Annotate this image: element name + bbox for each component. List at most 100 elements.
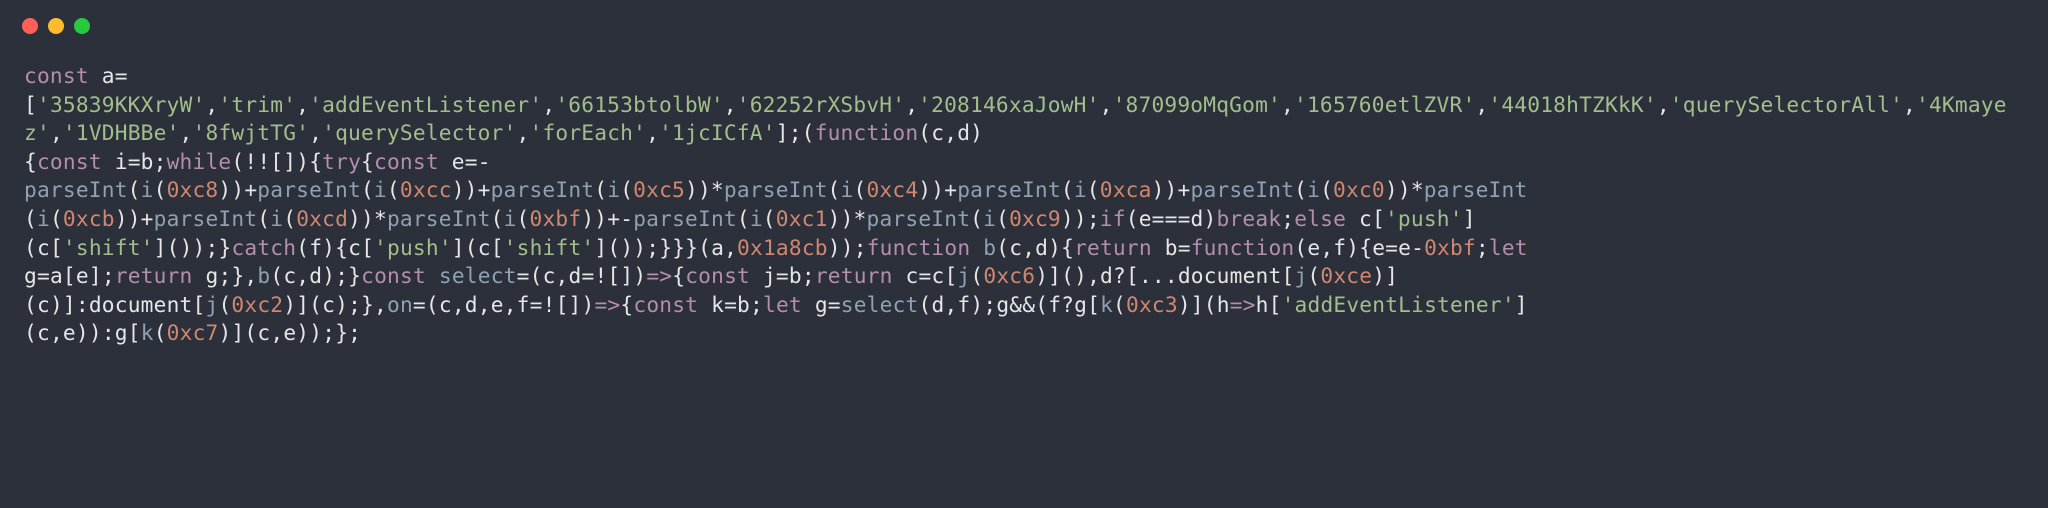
string-literal: 'addEventListener' [309, 92, 542, 117]
paren-open: ( [1320, 177, 1333, 202]
zoom-icon[interactable] [74, 18, 90, 34]
comma: , [452, 292, 465, 317]
paren-open: ( [996, 206, 1009, 231]
identifier: i [115, 149, 128, 174]
string-literal: 'shift' [504, 235, 595, 260]
paren-close: ) [1061, 206, 1074, 231]
string-literal: 'shift' [63, 235, 154, 260]
paren-open: ( [1294, 177, 1307, 202]
plus: + [141, 206, 154, 231]
string-literal: 'trim' [218, 92, 296, 117]
identifier: b [1165, 235, 1178, 260]
equals: = [465, 149, 478, 174]
paren-open: ( [309, 292, 322, 317]
string-literal: 'querySelector' [322, 120, 516, 145]
plus: + [607, 206, 620, 231]
fn-select: select [841, 292, 919, 317]
comma: , [1281, 92, 1294, 117]
bracket-close: ] [569, 292, 582, 317]
paren-open: ( [1113, 292, 1126, 317]
comma: , [944, 292, 957, 317]
string-literal: '1VDHBBe' [63, 120, 180, 145]
identifier-document: document [1178, 263, 1282, 288]
equals: = [776, 263, 789, 288]
hex-literal: 0xbf [530, 206, 582, 231]
identifier: c [1359, 206, 1372, 231]
paren-open: ( [1061, 263, 1074, 288]
comma: , [1087, 263, 1100, 288]
comma: , [50, 120, 63, 145]
paren-close: ) [296, 149, 309, 174]
paren-close: ) [218, 177, 231, 202]
keyword-function: function [867, 235, 971, 260]
brace-close: } [672, 235, 685, 260]
brace-close: } [218, 235, 231, 260]
paren-open: ( [24, 292, 37, 317]
identifier: c [543, 263, 556, 288]
brace-open: { [672, 263, 685, 288]
paren-close: ) [1074, 206, 1087, 231]
close-icon[interactable] [22, 18, 38, 34]
identifier: e [491, 292, 504, 317]
paren-close: ) [322, 263, 335, 288]
paren-open: ( [1035, 292, 1048, 317]
triple-equals: === [1152, 206, 1191, 231]
fn-i: i [141, 177, 154, 202]
hex-literal: 0xca [1100, 177, 1152, 202]
paren-close: ) [633, 263, 646, 288]
paren-open: ( [231, 149, 244, 174]
identifier: b [789, 263, 802, 288]
identifier: c [478, 235, 491, 260]
fn-i: i [1307, 177, 1320, 202]
bracket-close: ] [154, 235, 167, 260]
bracket-open: [ [270, 149, 283, 174]
paren-close: ) [309, 320, 322, 345]
fn-k: k [1100, 292, 1113, 317]
paren-open: ( [270, 263, 283, 288]
paren-close: ) [828, 206, 841, 231]
identifier: g [115, 320, 128, 345]
semicolon: ; [1476, 235, 1489, 260]
brace-open: { [309, 149, 322, 174]
string-literal: '44018hTZKkK' [1488, 92, 1656, 117]
comma: , [724, 235, 737, 260]
keyword-if: if [1100, 206, 1126, 231]
paren-open: ( [1294, 235, 1307, 260]
identifier-a: a [102, 63, 115, 88]
string-literal: 'push' [1385, 206, 1463, 231]
paren-open: ( [296, 235, 309, 260]
paren-open: ( [970, 206, 983, 231]
paren-open: ( [426, 292, 439, 317]
space [1346, 206, 1359, 231]
comma: , [50, 320, 63, 345]
minimize-icon[interactable] [48, 18, 64, 34]
star: * [374, 206, 387, 231]
bracket-close: ] [1463, 206, 1476, 231]
paren-close: ) [581, 206, 594, 231]
identifier: d [931, 292, 944, 317]
identifier: c [348, 235, 361, 260]
identifier: h [1256, 292, 1269, 317]
keyword-return: return [1074, 235, 1152, 260]
minus: - [620, 206, 633, 231]
comma: , [504, 292, 517, 317]
fn-parseint: parseInt [1424, 177, 1528, 202]
paren-close: ) [322, 235, 335, 260]
equals: = [1178, 235, 1191, 260]
fn-i: i [1074, 177, 1087, 202]
bracket-close: ] [63, 292, 76, 317]
paren-open: ( [257, 206, 270, 231]
paren-open: ( [283, 206, 296, 231]
paren-close: ) [231, 177, 244, 202]
bracket-close: ] [89, 263, 102, 288]
brace-open: { [361, 149, 374, 174]
string-literal: 'forEach' [529, 120, 646, 145]
brace-close: } [361, 292, 374, 317]
minus: - [478, 149, 491, 174]
paren-open: ( [802, 120, 815, 145]
keyword-let: let [763, 292, 802, 317]
bracket-open: [ [63, 263, 76, 288]
paren-open: ( [361, 177, 374, 202]
hex-literal: 0xc8 [167, 177, 219, 202]
paren-close: ) [193, 235, 206, 260]
